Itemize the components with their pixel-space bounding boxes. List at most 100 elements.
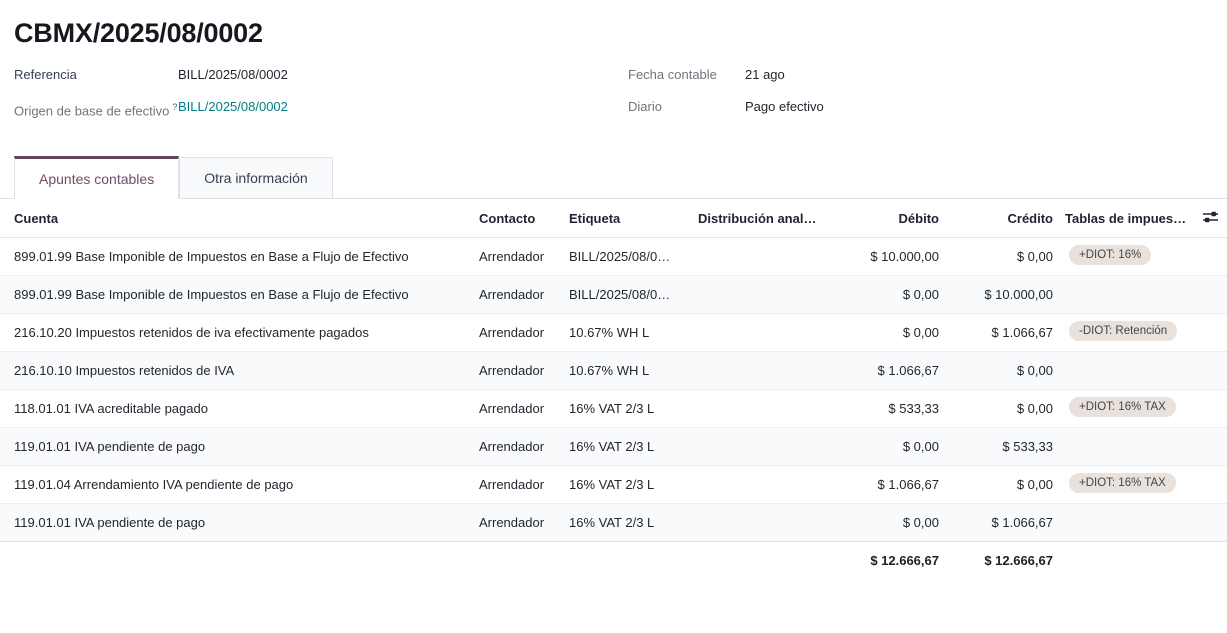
cell-debito: $ 1.066,67 <box>824 351 947 389</box>
cell-cuenta: 119.01.01 IVA pendiente de pago <box>0 427 475 465</box>
field-origen-base-efectivo: Origen de base de efectivo? BILL/2025/08… <box>14 97 614 121</box>
cell-distribucion-analitica <box>694 389 824 427</box>
column-header-credito[interactable]: Crédito <box>947 199 1061 237</box>
cell-distribucion-analitica <box>694 313 824 351</box>
tab-otra-informacion[interactable]: Otra información <box>179 157 332 198</box>
tax-grid-badge: -DIOT: Retención <box>1069 321 1177 341</box>
table-row[interactable]: 119.01.04 Arrendamiento IVA pendiente de… <box>0 465 1227 503</box>
cell-cuenta: 119.01.04 Arrendamiento IVA pendiente de… <box>0 465 475 503</box>
cell-extra <box>1193 503 1227 541</box>
table-row[interactable]: 899.01.99 Base Imponible de Impuestos en… <box>0 275 1227 313</box>
table-row[interactable]: 216.10.20 Impuestos retenidos de iva efe… <box>0 313 1227 351</box>
cell-cuenta: 119.01.01 IVA pendiente de pago <box>0 503 475 541</box>
column-header-cuenta[interactable]: Cuenta <box>0 199 475 237</box>
table-header-row: Cuenta Contacto Etiqueta Distribución an… <box>0 199 1227 237</box>
field-value-referencia[interactable]: BILL/2025/08/0002 <box>178 65 288 85</box>
cell-extra <box>1193 427 1227 465</box>
column-header-contacto[interactable]: Contacto <box>475 199 565 237</box>
tax-grid-badge: +DIOT: 16% TAX <box>1069 397 1176 417</box>
column-header-tablas-de-impuestos[interactable]: Tablas de impues… <box>1061 199 1193 237</box>
cell-distribucion-analitica <box>694 237 824 275</box>
cell-cuenta: 899.01.99 Base Imponible de Impuestos en… <box>0 237 475 275</box>
cell-extra <box>1193 275 1227 313</box>
cell-tablas-de-impuestos <box>1061 503 1193 541</box>
cell-debito: $ 533,33 <box>824 389 947 427</box>
tax-grid-badge: +DIOT: 16% TAX <box>1069 473 1176 493</box>
cell-contacto: Arrendador <box>475 427 565 465</box>
column-header-debito[interactable]: Débito <box>824 199 947 237</box>
totals-spacer <box>0 541 475 579</box>
totals-row: $ 12.666,67 $ 12.666,67 <box>0 541 1227 579</box>
cell-credito: $ 1.066,67 <box>947 503 1061 541</box>
cell-tablas-de-impuestos <box>1061 351 1193 389</box>
tax-grid-badge: +DIOT: 16% <box>1069 245 1151 265</box>
cell-etiqueta: BILL/2025/08/0… <box>565 237 694 275</box>
cell-etiqueta: BILL/2025/08/0… <box>565 275 694 313</box>
cell-debito: $ 0,00 <box>824 275 947 313</box>
field-label-origen-base-efectivo: Origen de base de efectivo? <box>14 97 178 121</box>
column-header-etiqueta[interactable]: Etiqueta <box>565 199 694 237</box>
field-label-diario: Diario <box>628 97 745 117</box>
cell-extra <box>1193 389 1227 427</box>
cell-credito: $ 0,00 <box>947 237 1061 275</box>
cell-tablas-de-impuestos: +DIOT: 16% TAX <box>1061 465 1193 503</box>
cell-etiqueta: 10.67% WH L <box>565 313 694 351</box>
table-row[interactable]: 119.01.01 IVA pendiente de pago Arrendad… <box>0 427 1227 465</box>
cell-tablas-de-impuestos: -DIOT: Retención <box>1061 313 1193 351</box>
field-label-text: Origen de base de efectivo <box>14 103 169 118</box>
journal-entry-form: CBMX/2025/08/0002 Referencia BILL/2025/0… <box>0 0 1227 633</box>
cell-extra <box>1193 237 1227 275</box>
cell-credito: $ 10.000,00 <box>947 275 1061 313</box>
field-value-origen-base-efectivo-link[interactable]: BILL/2025/08/0002 <box>178 97 288 121</box>
header-fields: Referencia BILL/2025/08/0002 Origen de b… <box>0 65 1227 133</box>
field-fecha-contable: Fecha contable 21 ago <box>628 65 824 85</box>
cell-etiqueta: 16% VAT 2/3 L <box>565 427 694 465</box>
notebook-tabs: Apuntes contables Otra información <box>0 156 1227 199</box>
cell-cuenta: 216.10.20 Impuestos retenidos de iva efe… <box>0 313 475 351</box>
table-body: 899.01.99 Base Imponible de Impuestos en… <box>0 237 1227 541</box>
table-row[interactable]: 899.01.99 Base Imponible de Impuestos en… <box>0 237 1227 275</box>
field-label-referencia: Referencia <box>14 65 178 85</box>
tab-apuntes-contables[interactable]: Apuntes contables <box>14 156 179 199</box>
optional-columns-button[interactable] <box>1193 199 1227 237</box>
cell-contacto: Arrendador <box>475 313 565 351</box>
cell-distribucion-analitica <box>694 275 824 313</box>
header-fields-right: Fecha contable 21 ago Diario Pago efecti… <box>614 65 824 133</box>
cell-cuenta: 216.10.10 Impuestos retenidos de IVA <box>0 351 475 389</box>
help-icon[interactable]: ? <box>172 102 177 112</box>
column-header-distribucion-analitica[interactable]: Distribución analí… <box>694 199 824 237</box>
cell-tablas-de-impuestos: +DIOT: 16% <box>1061 237 1193 275</box>
field-value-diario[interactable]: Pago efectivo <box>745 97 824 117</box>
table-row[interactable]: 119.01.01 IVA pendiente de pago Arrendad… <box>0 503 1227 541</box>
cell-debito: $ 10.000,00 <box>824 237 947 275</box>
header-fields-left: Referencia BILL/2025/08/0002 Origen de b… <box>0 65 614 133</box>
cell-extra <box>1193 351 1227 389</box>
field-label-fecha-contable: Fecha contable <box>628 65 745 85</box>
cell-distribucion-analitica <box>694 465 824 503</box>
cell-debito: $ 0,00 <box>824 427 947 465</box>
sliders-icon <box>1202 210 1219 227</box>
cell-extra <box>1193 465 1227 503</box>
field-referencia: Referencia BILL/2025/08/0002 <box>14 65 614 85</box>
cell-distribucion-analitica <box>694 503 824 541</box>
cell-contacto: Arrendador <box>475 465 565 503</box>
cell-tablas-de-impuestos <box>1061 427 1193 465</box>
cell-etiqueta: 16% VAT 2/3 L <box>565 465 694 503</box>
page-title: CBMX/2025/08/0002 <box>0 0 1227 49</box>
cell-etiqueta: 10.67% WH L <box>565 351 694 389</box>
journal-items-table: Cuenta Contacto Etiqueta Distribución an… <box>0 199 1227 579</box>
cell-etiqueta: 16% VAT 2/3 L <box>565 503 694 541</box>
cell-tablas-de-impuestos: +DIOT: 16% TAX <box>1061 389 1193 427</box>
table-row[interactable]: 118.01.01 IVA acreditable pagado Arrenda… <box>0 389 1227 427</box>
cell-credito: $ 533,33 <box>947 427 1061 465</box>
cell-etiqueta: 16% VAT 2/3 L <box>565 389 694 427</box>
cell-debito: $ 1.066,67 <box>824 465 947 503</box>
cell-extra <box>1193 313 1227 351</box>
table-row[interactable]: 216.10.10 Impuestos retenidos de IVA Arr… <box>0 351 1227 389</box>
cell-credito: $ 0,00 <box>947 465 1061 503</box>
cell-contacto: Arrendador <box>475 237 565 275</box>
field-value-fecha-contable[interactable]: 21 ago <box>745 65 785 85</box>
cell-contacto: Arrendador <box>475 351 565 389</box>
cell-tablas-de-impuestos <box>1061 275 1193 313</box>
field-diario: Diario Pago efectivo <box>628 97 824 117</box>
